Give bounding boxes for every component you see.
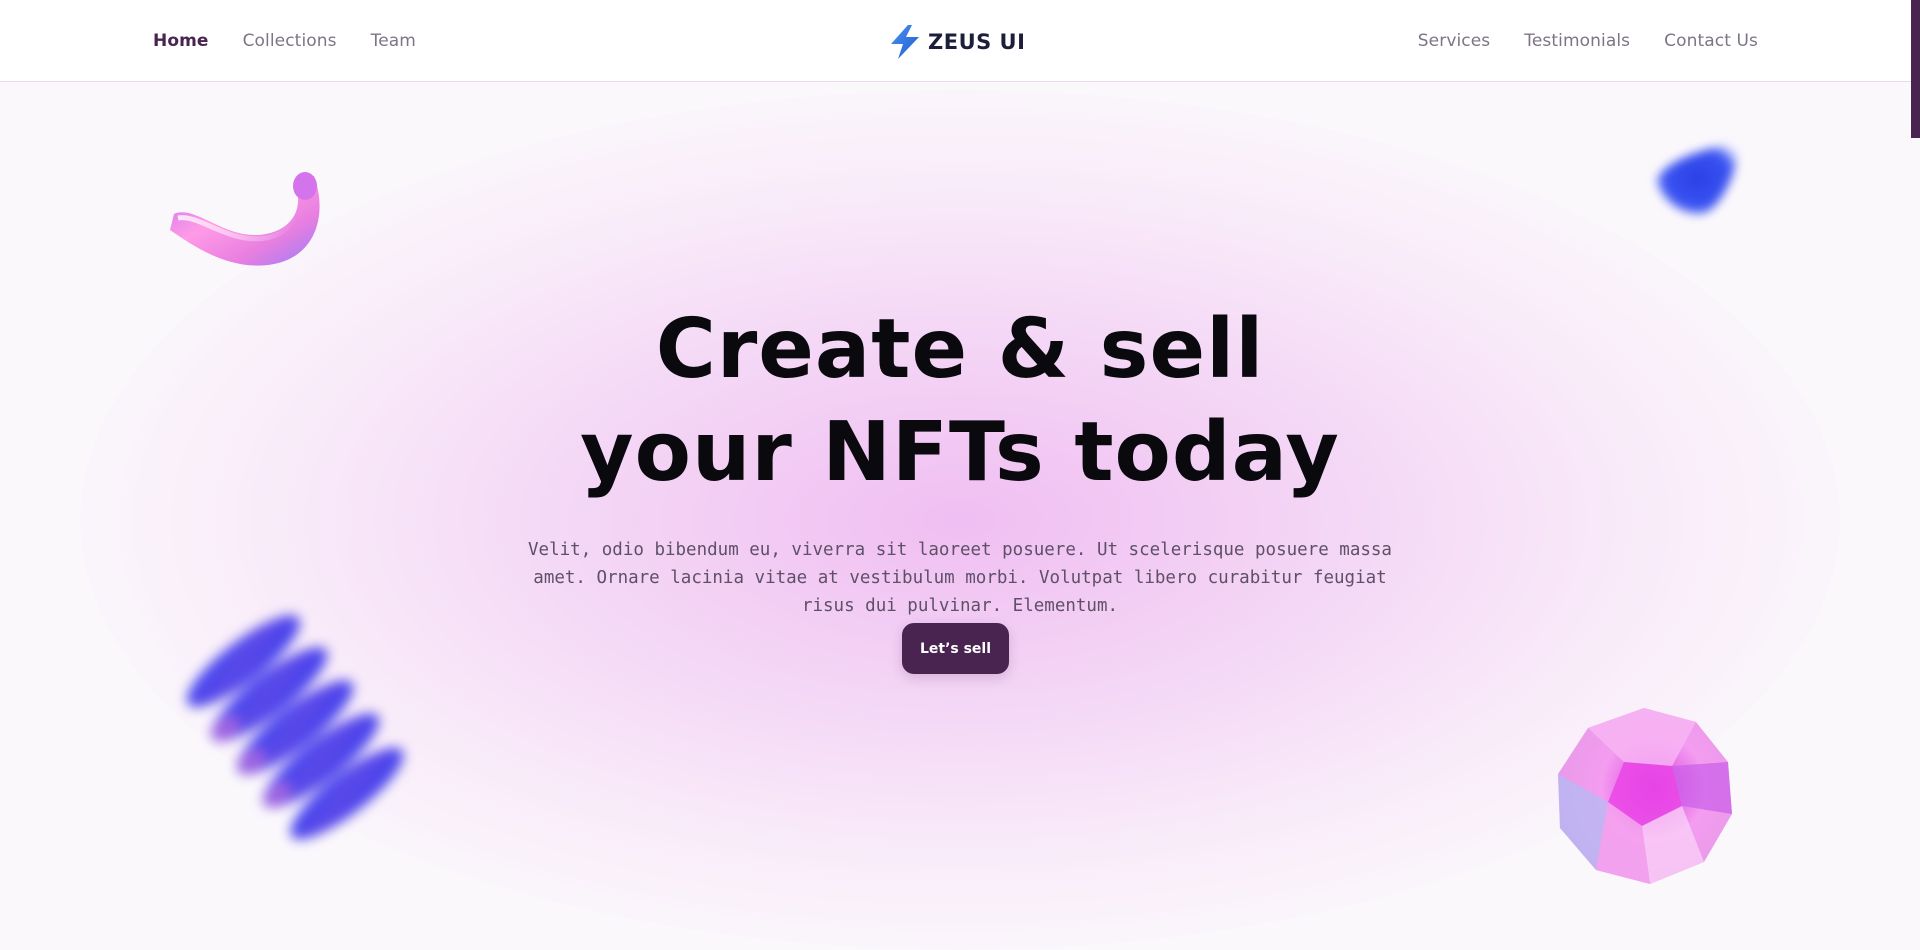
primary-nav-left: Home Collections Team (153, 0, 416, 82)
spiral-shape-icon (186, 615, 404, 840)
cone-shape-icon (1656, 142, 1740, 215)
lightning-bolt-icon (891, 25, 919, 59)
primary-nav-right: Services Testimonials Contact Us (1418, 0, 1758, 82)
gem-shape-icon (1558, 708, 1732, 884)
site-header: Home Collections Team ZEUS UI Services T… (0, 0, 1920, 82)
scrollbar-thumb[interactable] (1911, 0, 1920, 138)
hero-description: Velit, odio bibendum eu, viverra sit lao… (528, 540, 1392, 616)
nav-link-contact-us[interactable]: Contact Us (1664, 31, 1758, 51)
lets-sell-button[interactable]: Let’s sell (902, 623, 1009, 674)
page: Home Collections Team ZEUS UI Services T… (0, 0, 1920, 950)
nav-link-collections[interactable]: Collections (243, 31, 337, 51)
hero-headline: Create & sell your NFTs today (0, 298, 1920, 504)
hero-headline-line-1: Create & sell (655, 302, 1265, 397)
nav-link-services[interactable]: Services (1418, 31, 1491, 51)
hero-headline-line-2: your NFTs today (580, 405, 1340, 500)
nav-link-home[interactable]: Home (153, 31, 209, 51)
site-logo[interactable]: ZEUS UI (886, 24, 1025, 60)
nav-link-team[interactable]: Team (371, 31, 416, 51)
nav-link-testimonials[interactable]: Testimonials (1524, 31, 1630, 51)
logo-text: ZEUS UI (928, 30, 1026, 54)
torus-shape-icon (170, 172, 320, 266)
